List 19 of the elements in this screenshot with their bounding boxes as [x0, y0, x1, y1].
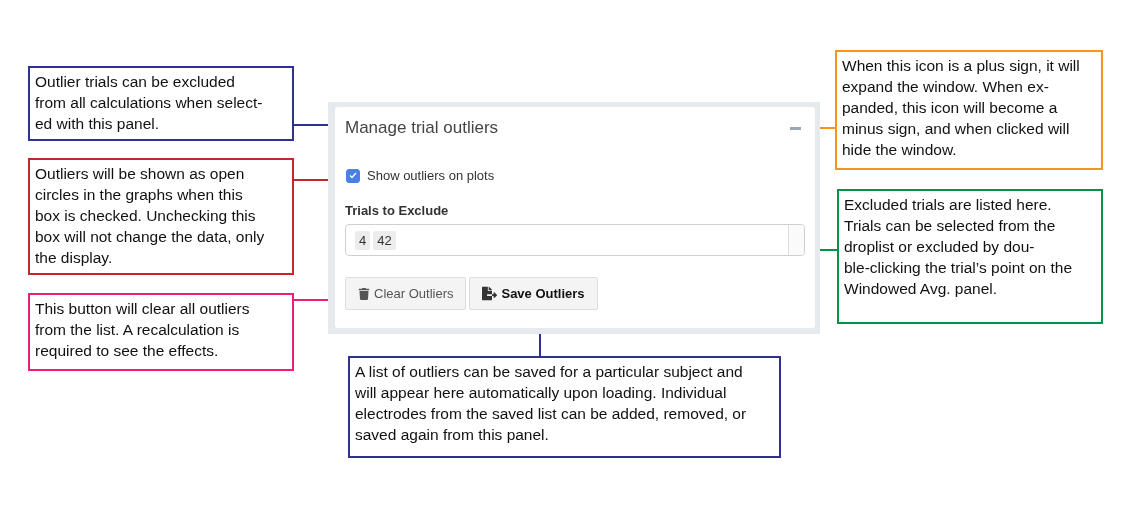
file-export-icon: [482, 286, 498, 301]
callout-note: Outliers will be shown as open circles in the graphs when this box is checked. Unchecking this box will not change the data, only the display.: [28, 158, 294, 275]
save-button[interactable]: Save Outliers: [469, 277, 598, 310]
callout-note: Excluded trials are listed here. Trials can be selected from the droplist or excluded by dou- ble-clicking the trial’s point on the Windowed Avg. panel.: [837, 189, 1103, 324]
panel-title: Manage trial outliers: [345, 118, 499, 138]
callout-note: This button will clear all outliers from the list. A recalculation is required to see the effects.: [28, 293, 294, 371]
field-label: Trials to Exclude: [345, 203, 450, 218]
checkbox-label: Show outliers on plots: [367, 168, 495, 183]
tag-select-field[interactable]: 4 42: [345, 224, 805, 256]
clear-button[interactable]: Clear Outliers: [345, 277, 467, 310]
trash-icon: [358, 287, 370, 300]
check-icon: [349, 172, 357, 179]
callout-note: Outlier trials can be excluded from all calculations when select- ed with this panel.: [28, 66, 294, 141]
tag: 42: [373, 230, 396, 250]
checkbox[interactable]: [346, 168, 360, 183]
callout-note: A list of outliers can be saved for a particular subject and will appear here automatically upon loading. Individual electrodes from the saved list can be added, removed, or saved again from this panel.: [348, 356, 781, 458]
callout-note: When this icon is a plus sign, it will expand the window. When ex- panded, this icon will become a minus sign, and when clicked will hide the window.: [835, 50, 1103, 170]
tag: 4: [355, 230, 371, 250]
minus-icon[interactable]: [790, 126, 801, 130]
